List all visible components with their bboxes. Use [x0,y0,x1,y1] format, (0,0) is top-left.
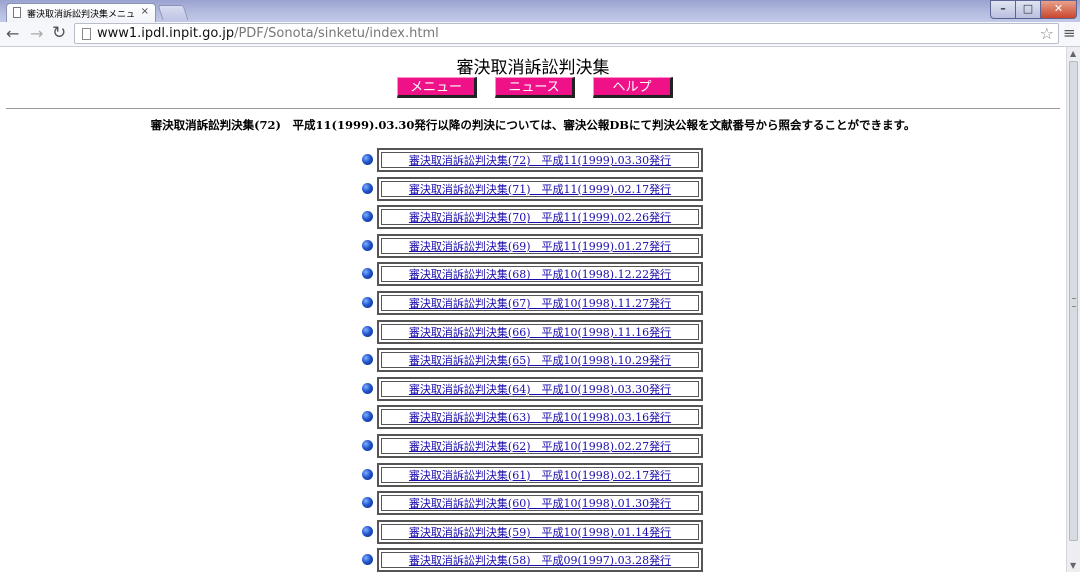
document-link-box: 審決取消訴訟判決集(68) 平成10(1998).12.22発行 [377,262,703,287]
document-link[interactable]: 審決取消訴訟判決集(69) 平成11(1999).01.27発行 [409,240,671,253]
document-link-box: 審決取消訴訟判決集(60) 平成10(1998).01.30発行 [377,491,703,516]
document-link[interactable]: 審決取消訴訟判決集(65) 平成10(1998).10.29発行 [409,354,671,367]
document-link-box: 審決取消訴訟判決集(72) 平成11(1999).03.30発行 [377,148,703,172]
bullet-icon [362,525,373,537]
notice-text: 審決取消訴訟判決集(72) 平成11(1999).03.30発行以降の判決につい… [150,118,916,132]
document-link-frame: 審決取消訴訟判決集(67) 平成10(1998).11.27発行 [381,294,699,311]
document-icon [82,28,91,40]
bullet-icon [362,468,373,480]
close-icon: ✕ [1053,2,1064,15]
maximize-button[interactable]: □ [1016,0,1041,19]
document-link-box: 審決取消訴訟判決集(69) 平成11(1999).01.27発行 [377,233,703,258]
bullet-icon [362,554,373,566]
page-title: 審決取消訴訟判決集 [456,58,610,78]
document-link-box: 審決取消訴訟判決集(64) 平成10(1998).03.30発行 [377,376,703,401]
scroll-thumb[interactable] [1069,61,1078,541]
document-link[interactable]: 審決取消訴訟判決集(66) 平成10(1998).11.16発行 [409,326,671,339]
bullet-icon [362,239,373,251]
help-button[interactable]: ヘルプ [593,77,673,98]
bullet-icon [362,211,373,223]
address-bar[interactable]: www1.ipdl.inpit.go.jp/PDF/Sonota/sinketu… [74,23,1059,44]
bullet-icon [362,268,373,280]
close-window-button[interactable]: ✕ [1041,0,1077,19]
document-link-box: 審決取消訴訟判決集(70) 平成11(1999).02.26発行 [377,205,703,230]
page-viewport: 審決取消訴訟判決集 メニュー ニュース ヘルプ 審決取消訴訟判決集(72) 平成… [0,47,1066,572]
horizontal-divider [6,108,1060,109]
document-link[interactable]: 審決取消訴訟判決集(60) 平成10(1998).01.30発行 [409,497,671,510]
bullet-icon [362,154,373,165]
arrow-right-icon[interactable]: → [30,24,43,43]
document-link-frame: 審決取消訴訟判決集(59) 平成10(1998).01.14発行 [381,523,699,540]
scroll-grip [1072,298,1076,307]
url-text[interactable]: www1.ipdl.inpit.go.jp/PDF/Sonota/sinketu… [97,26,439,41]
bullet-icon [362,439,373,451]
page-nav-buttons: メニュー ニュース ヘルプ [0,77,1066,99]
document-link-box: 審決取消訴訟判決集(62) 平成10(1998).02.27発行 [377,433,703,458]
browser-tab[interactable]: 審決取消訴訟判決集メニュ × [6,3,156,22]
scroll-up-icon[interactable]: ▲ [1070,49,1076,58]
browser-toolbar: ← → ↻ www1.ipdl.inpit.go.jp/PDF/Sonota/s… [0,22,1080,47]
tab-close-icon[interactable]: × [141,6,149,17]
document-link[interactable]: 審決取消訴訟判決集(72) 平成11(1999).03.30発行 [409,154,671,167]
document-link-frame: 審決取消訴訟判決集(68) 平成10(1998).12.22発行 [381,266,699,283]
url-host: www1.ipdl.inpit.go.jp [97,26,235,41]
document-link-frame: 審決取消訴訟判決集(61) 平成10(1998).02.17発行 [381,466,699,483]
window-titlebar: 審決取消訴訟判決集メニュ × – □ ✕ [0,0,1080,22]
reload-icon[interactable]: ↻ [52,23,66,43]
document-link[interactable]: 審決取消訴訟判決集(63) 平成10(1998).03.16発行 [409,411,671,424]
document-link-box: 審決取消訴訟判決集(66) 平成10(1998).11.16発行 [377,319,703,344]
document-link[interactable]: 審決取消訴訟判決集(71) 平成11(1999).02.17発行 [409,183,671,196]
bullet-icon [362,497,373,509]
bullet-icon [362,411,373,423]
document-link-box: 審決取消訴訟判決集(59) 平成10(1998).01.14発行 [377,519,703,544]
document-link-frame: 審決取消訴訟判決集(58) 平成09(1997).03.28発行 [381,552,699,569]
bullet-icon [362,354,373,366]
document-link-box: 審決取消訴訟判決集(65) 平成10(1998).10.29発行 [377,348,703,373]
minimize-button[interactable]: – [990,0,1016,19]
document-link-box: 審決取消訴訟判決集(58) 平成09(1997).03.28発行 [377,548,703,572]
document-link[interactable]: 審決取消訴訟判決集(59) 平成10(1998).01.14発行 [409,526,671,539]
document-link-frame: 審決取消訴訟判決集(64) 平成10(1998).03.30発行 [381,380,699,397]
document-link[interactable]: 審決取消訴訟判決集(67) 平成10(1998).11.27発行 [409,297,671,310]
arrow-left-icon[interactable]: ← [6,24,19,43]
document-link[interactable]: 審決取消訴訟判決集(70) 平成11(1999).02.26発行 [409,211,671,224]
document-link-frame: 審決取消訴訟判決集(62) 平成10(1998).02.27発行 [381,437,699,454]
page-icon [13,7,21,18]
document-link-box: 審決取消訴訟判決集(71) 平成11(1999).02.17発行 [377,176,703,201]
document-link-frame: 審決取消訴訟判決集(70) 平成11(1999).02.26発行 [381,209,699,226]
document-link-box: 審決取消訴訟判決集(61) 平成10(1998).02.17発行 [377,462,703,487]
document-link[interactable]: 審決取消訴訟判決集(64) 平成10(1998).03.30発行 [409,383,671,396]
bullet-icon [362,182,373,194]
new-tab-button[interactable] [157,5,189,20]
document-link-box: 審決取消訴訟判決集(67) 平成10(1998).11.27発行 [377,290,703,315]
bullet-icon [362,382,373,394]
document-link-frame: 審決取消訴訟判決集(60) 平成10(1998).01.30発行 [381,495,699,512]
maximize-icon: □ [1022,2,1034,15]
scroll-down-icon[interactable]: ▼ [1070,561,1076,570]
document-link-frame: 審決取消訴訟判決集(72) 平成11(1999).03.30発行 [381,152,699,168]
document-link-frame: 審決取消訴訟判決集(63) 平成10(1998).03.16発行 [381,409,699,426]
menu-button[interactable]: メニュー [397,77,477,98]
vertical-scrollbar[interactable]: ▲ ▼ [1066,47,1080,572]
document-link-frame: 審決取消訴訟判決集(66) 平成10(1998).11.16発行 [381,323,699,340]
minimize-icon: – [1000,2,1006,15]
document-link[interactable]: 審決取消訴訟判決集(62) 平成10(1998).02.27発行 [409,440,671,453]
document-link[interactable]: 審決取消訴訟判決集(61) 平成10(1998).02.17発行 [409,469,671,482]
bullet-icon [362,325,373,337]
document-link-frame: 審決取消訴訟判決集(69) 平成11(1999).01.27発行 [381,237,699,254]
url-path: /PDF/Sonota/sinketu/index.html [234,26,439,41]
document-link[interactable]: 審決取消訴訟判決集(68) 平成10(1998).12.22発行 [409,268,671,281]
document-link-frame: 審決取消訴訟判決集(65) 平成10(1998).10.29発行 [381,352,699,369]
tab-title: 審決取消訴訟判決集メニュ [27,10,136,20]
document-link-frame: 審決取消訴訟判決集(71) 平成11(1999).02.17発行 [381,180,699,197]
star-icon[interactable]: ☆ [1040,24,1054,43]
bullet-icon [362,296,373,308]
document-link-box: 審決取消訴訟判決集(63) 平成10(1998).03.16発行 [377,405,703,430]
document-link[interactable]: 審決取消訴訟判決集(58) 平成09(1997).03.28発行 [409,554,671,567]
hamburger-menu-icon[interactable]: ≡ [1063,24,1076,42]
news-button[interactable]: ニュース [495,77,575,98]
